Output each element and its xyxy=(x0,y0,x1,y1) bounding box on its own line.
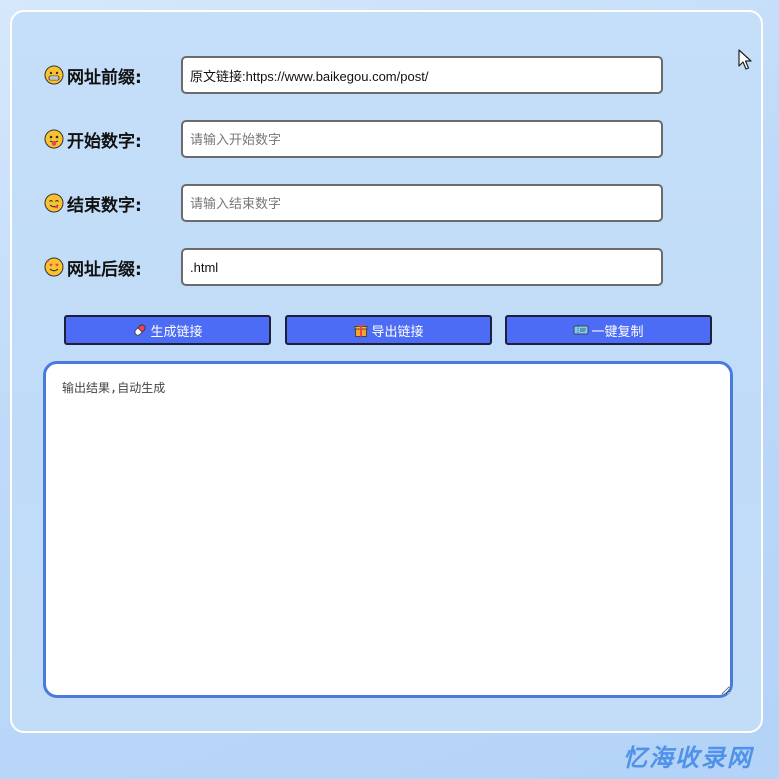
copy-all-label: 一键复制 xyxy=(591,324,644,340)
copy-all-button[interactable]: 一键复制 xyxy=(505,315,712,345)
end-row: 结束数字: xyxy=(44,183,663,223)
end-label: 结束数字: xyxy=(67,195,142,216)
suffix-input[interactable] xyxy=(181,248,663,286)
output-textarea[interactable] xyxy=(43,361,733,698)
prefix-row: 网址前缀: xyxy=(44,55,663,95)
suffix-row: 网址后缀: xyxy=(44,247,663,287)
site-watermark: 忆海收录网 xyxy=(623,744,753,772)
hearts-face-icon xyxy=(44,257,64,277)
pill-icon xyxy=(132,322,148,338)
start-label: 开始数字: xyxy=(67,131,142,152)
prefix-label: 网址前缀: xyxy=(67,67,142,88)
export-links-button[interactable]: 导出链接 xyxy=(285,315,492,345)
prefix-input[interactable] xyxy=(181,56,663,94)
generate-links-button[interactable]: 生成链接 xyxy=(64,315,271,345)
start-row: 开始数字: xyxy=(44,119,663,159)
tongue-face-icon xyxy=(44,129,64,149)
mouse-cursor-icon xyxy=(738,49,752,70)
yum-face-icon xyxy=(44,193,64,213)
ticket-icon xyxy=(573,322,589,338)
end-number-input[interactable] xyxy=(181,184,663,222)
generate-links-label: 生成链接 xyxy=(150,324,203,340)
start-label-wrap: 开始数字: xyxy=(44,127,181,152)
start-number-input[interactable] xyxy=(181,120,663,158)
end-label-wrap: 结束数字: xyxy=(44,191,181,216)
prefix-label-wrap: 网址前缀: xyxy=(44,63,181,88)
suffix-label-wrap: 网址后缀: xyxy=(44,255,181,280)
grinning-face-icon xyxy=(44,65,64,85)
export-links-label: 导出链接 xyxy=(371,324,424,340)
suffix-label: 网址后缀: xyxy=(67,259,142,280)
gift-icon xyxy=(353,322,369,338)
